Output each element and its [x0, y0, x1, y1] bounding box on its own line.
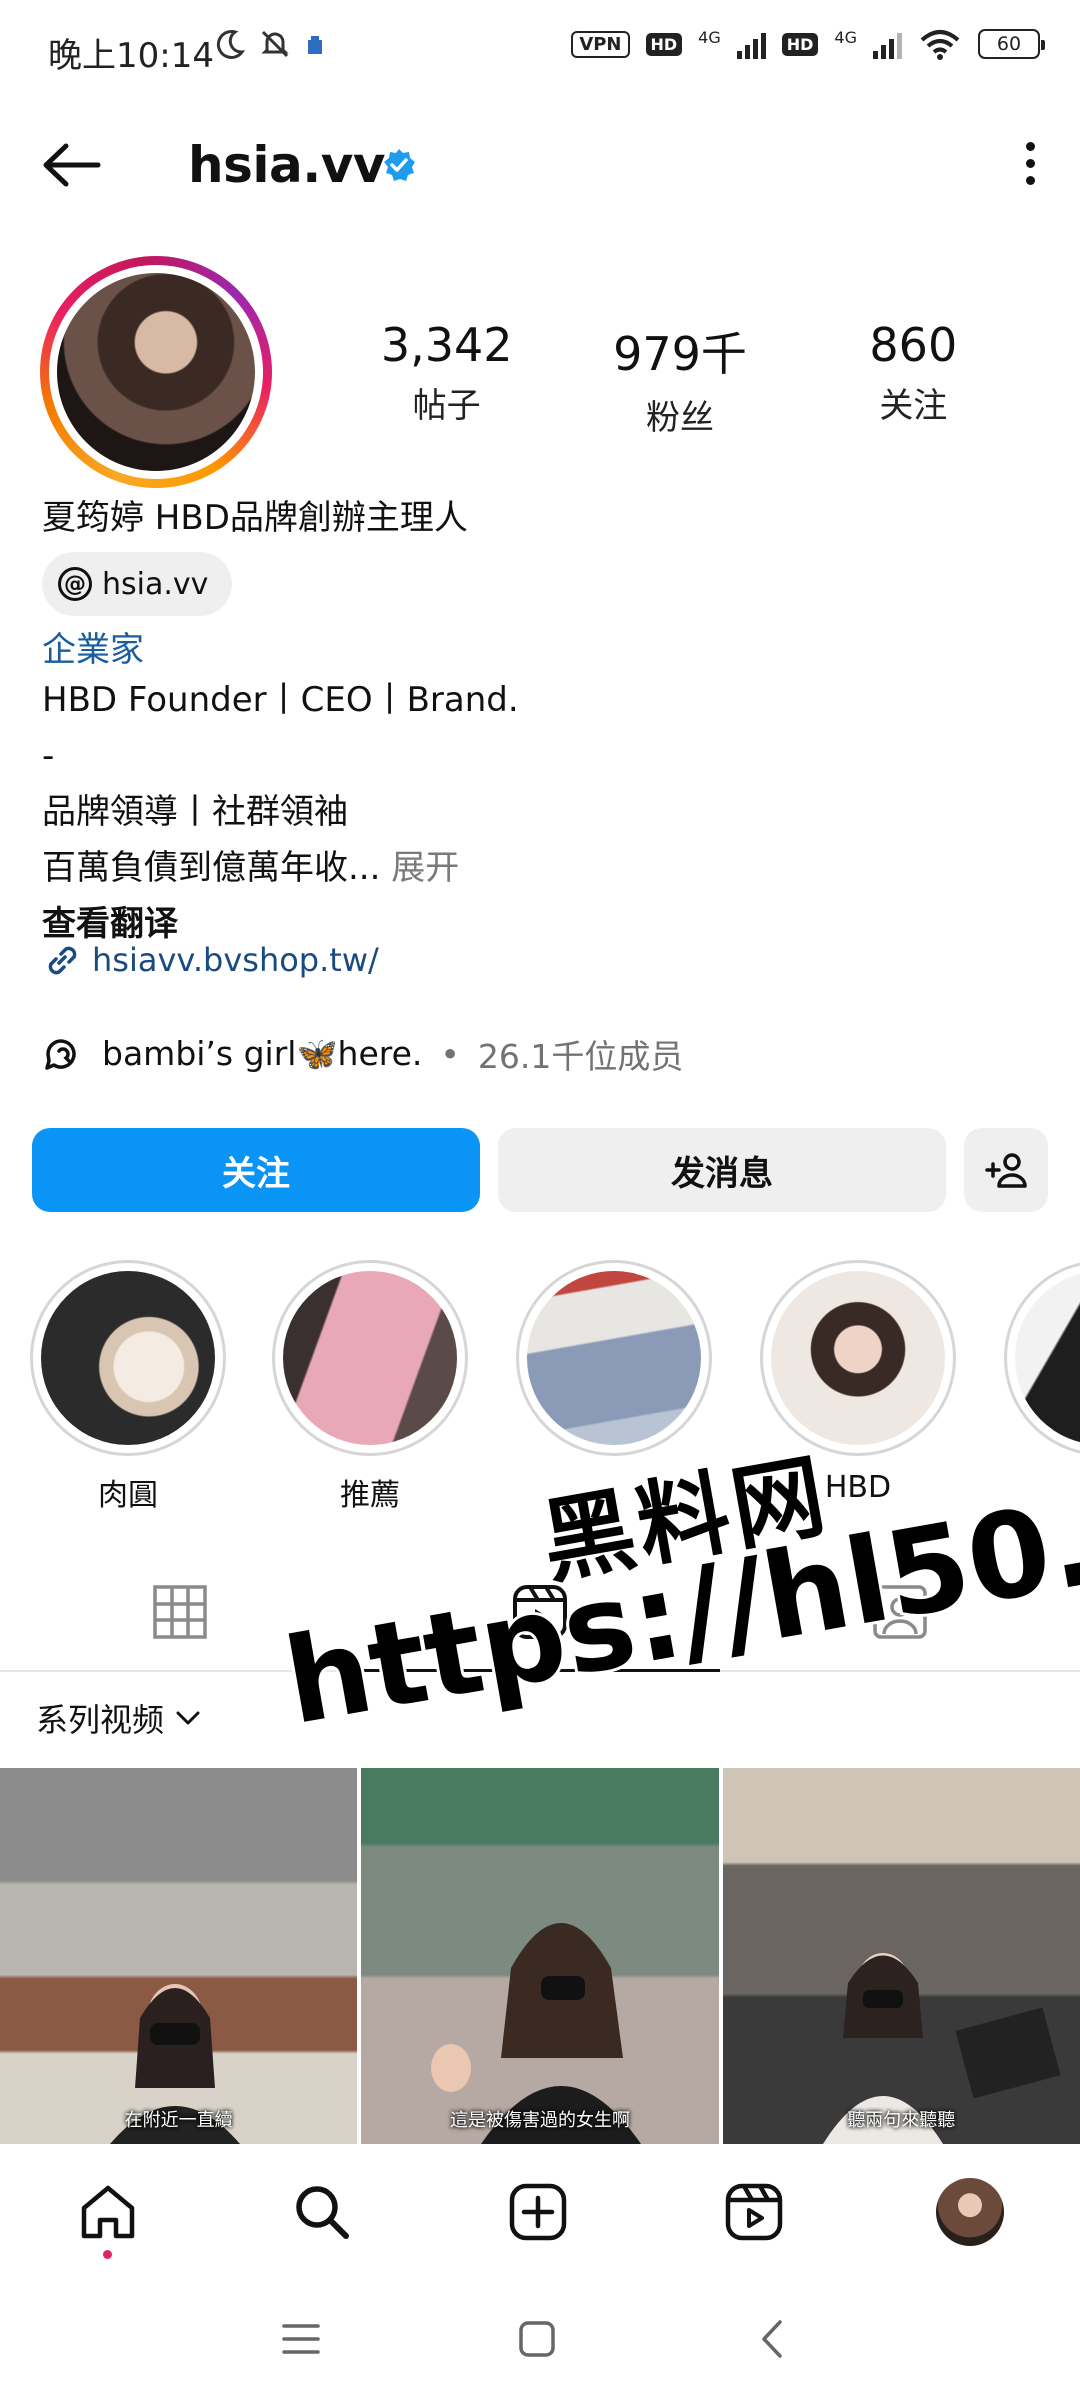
- profile-avatar[interactable]: [40, 256, 272, 488]
- profile-stats: 3,342 帖子 979千 粉丝 860 关注: [330, 318, 1030, 439]
- link-icon: [48, 946, 77, 975]
- stat-followers[interactable]: 979千 粉丝: [563, 318, 796, 439]
- highlight-cover: [283, 1271, 457, 1445]
- person-silhouette: [822, 1953, 1061, 2144]
- stat-label: 帖子: [412, 386, 481, 426]
- chevron-down-icon: [176, 1711, 200, 1725]
- notification-dot: [103, 2250, 112, 2259]
- broadcast-channel-icon: [45, 1039, 76, 1070]
- channel-separator: •: [440, 1034, 460, 1074]
- add-person-icon: [985, 1153, 1027, 1188]
- search-icon[interactable]: [290, 2180, 354, 2244]
- bottom-navigation: [0, 2150, 1080, 2280]
- profile-full-name: 夏筠婷 HBD品牌創辦主理人: [42, 498, 468, 538]
- bio-line: -: [42, 736, 55, 776]
- threads-handle: hsia.vv: [102, 566, 209, 602]
- vpn-badge: VPN: [571, 30, 630, 58]
- stat-label: 粉丝: [645, 398, 714, 438]
- wifi-icon: [920, 30, 960, 60]
- profile-website-link[interactable]: hsiavv.bvshop.tw/: [42, 940, 379, 980]
- bell-muted-icon: [261, 30, 289, 58]
- channel-members: 26.1千位成员: [477, 1037, 684, 1076]
- stat-value: 3,342: [380, 318, 513, 372]
- hd-badge-2: HD: [781, 32, 819, 56]
- reel-thumbnail[interactable]: 聽兩句來聽聽: [722, 1768, 1080, 2144]
- series-label: 系列视频: [36, 1701, 165, 1739]
- network-label-1: 4G: [698, 28, 721, 47]
- message-button[interactable]: 发消息: [498, 1128, 946, 1212]
- bio-line-truncated: 百萬負債到億萬年收... 展开: [42, 840, 1042, 896]
- channel-name: bambi’s girl🦋here.: [102, 1034, 423, 1073]
- home-button-icon[interactable]: [514, 2316, 560, 2362]
- system-navigation-bar: [0, 2280, 1080, 2400]
- series-videos-dropdown[interactable]: 系列视频: [36, 1695, 202, 1741]
- bio-line: 百萬負債到億萬年收...: [42, 848, 381, 888]
- person-silhouette: [110, 1984, 240, 2144]
- reel-caption: 這是被傷害過的女生啊: [449, 2110, 630, 2131]
- reels-nav-icon[interactable]: [722, 2180, 786, 2244]
- highlight-label: 推薦: [340, 1478, 400, 1510]
- more-options-icon[interactable]: [1020, 138, 1040, 194]
- suggested-users-button[interactable]: [964, 1128, 1048, 1212]
- hd-badge-1: HD: [645, 32, 683, 56]
- home-icon[interactable]: [76, 2180, 140, 2244]
- highlight-cover: [1015, 1271, 1080, 1445]
- broadcast-channel[interactable]: bambi’s girl🦋here. • 26.1千位成员: [42, 1030, 683, 1078]
- reel-thumbnail[interactable]: 在附近一直續: [0, 1768, 358, 2144]
- stat-value: 979千: [613, 327, 747, 381]
- reels-grid: 在附近一直續 這是被傷害過的女生啊 聽兩句來聽聽: [0, 1768, 1080, 2144]
- profile-header-bar: hsia.vv: [0, 120, 1080, 210]
- website-url: hsiavv.bvshop.tw/: [92, 941, 379, 979]
- bio-expand-link[interactable]: 展开: [391, 848, 459, 888]
- highlight-item[interactable]: [516, 1260, 712, 1470]
- bio-line: 品牌領導丨社群領袖: [42, 792, 348, 832]
- network-label-2: 4G: [834, 28, 857, 47]
- reel-caption: 聽兩句來聽聽: [847, 2110, 956, 2131]
- highlight-cover: [41, 1271, 215, 1445]
- grid-tab-icon[interactable]: [150, 1582, 210, 1642]
- bio-line: HBD Founder丨CEO丨Brand.: [42, 680, 519, 720]
- stat-value: 860: [869, 318, 958, 372]
- app-notification-icon: [308, 36, 322, 54]
- verified-badge-icon: [384, 149, 415, 181]
- system-back-icon[interactable]: [750, 2316, 796, 2362]
- highlight-cover: [527, 1271, 701, 1445]
- follow-button[interactable]: 关注: [32, 1128, 480, 1212]
- status-icons-left: [215, 28, 325, 60]
- profile-category: 企業家: [42, 630, 144, 670]
- threads-icon: @: [58, 567, 92, 601]
- highlight-item[interactable]: 推薦: [272, 1260, 468, 1510]
- moon-icon: [216, 30, 245, 59]
- highlight-item[interactable]: 肉圓: [30, 1260, 226, 1510]
- header-username: hsia.vv: [188, 136, 385, 194]
- battery-level: 60: [996, 33, 1022, 55]
- stat-label: 关注: [879, 386, 948, 426]
- stat-following[interactable]: 860 关注: [797, 318, 1030, 439]
- signal-icon-1: [736, 29, 766, 59]
- profile-nav-avatar[interactable]: [936, 2178, 1004, 2246]
- battery-icon: 60: [978, 29, 1045, 59]
- status-time: 晚上10:14: [48, 36, 214, 76]
- highlight-cover: [771, 1271, 945, 1445]
- profile-bio: HBD Founder丨CEO丨Brand. - 品牌領導丨社群領袖 百萬負債到…: [42, 672, 1042, 952]
- recent-apps-icon[interactable]: [278, 2316, 324, 2362]
- reel-caption: 在附近一直續: [124, 2110, 233, 2131]
- stat-posts[interactable]: 3,342 帖子: [330, 318, 563, 439]
- signal-icon-2: [873, 29, 902, 59]
- person-silhouette: [431, 1923, 642, 2144]
- threads-profile-link[interactable]: @ hsia.vv: [42, 552, 233, 616]
- back-arrow-icon[interactable]: [38, 140, 102, 190]
- highlight-item[interactable]: HB: [1004, 1260, 1080, 1505]
- avatar-photo: [57, 273, 255, 471]
- status-icons-right: VPN HD 4G HD 4G 60: [571, 28, 1045, 60]
- status-bar: 晚上10:14 VPN HD 4G HD 4G 60: [0, 0, 1080, 100]
- create-post-icon[interactable]: [506, 2180, 570, 2244]
- highlight-label: 肉圓: [98, 1478, 158, 1510]
- reel-thumbnail[interactable]: 這是被傷害過的女生啊: [361, 1768, 719, 2144]
